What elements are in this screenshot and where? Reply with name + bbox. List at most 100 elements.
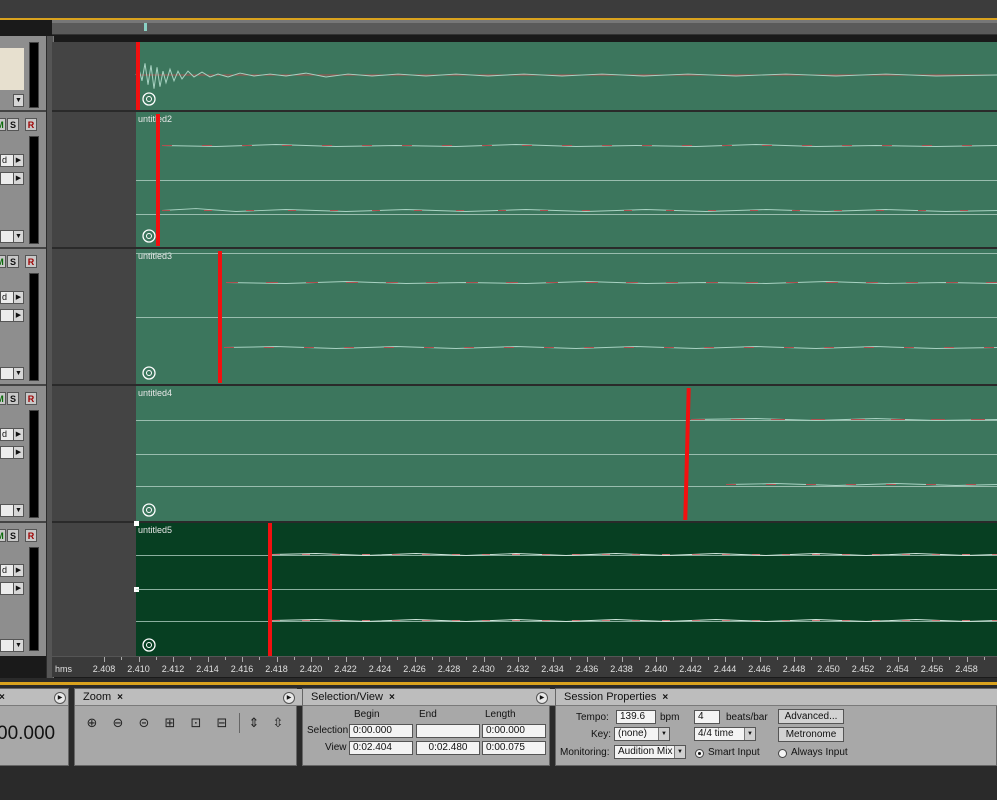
record-button[interactable]: R bbox=[25, 118, 37, 131]
zoom-out-full-icon[interactable]: ⊝ bbox=[133, 713, 155, 733]
ruler-minor-tick bbox=[673, 657, 675, 660]
time-ruler[interactable]: hms 2.408 2.410 2.412 2.414 2.416 2.418 2.420 2… bbox=[52, 656, 997, 677]
track-output-arrow[interactable]: ▼ bbox=[13, 94, 24, 107]
ruler-label: 2.424 bbox=[368, 664, 392, 674]
ruler-tick bbox=[725, 657, 726, 662]
time-display-panel: × ▶ 00.000 bbox=[0, 688, 69, 766]
ruler-label: 2.408 bbox=[92, 664, 116, 674]
audio-clip[interactable]: untitled4 bbox=[136, 386, 997, 521]
track-lane-4[interactable]: untitled4 bbox=[52, 386, 997, 523]
solo-button[interactable]: S bbox=[7, 255, 19, 268]
playhead-marker[interactable] bbox=[268, 523, 272, 656]
track-input-arrow[interactable]: ▶ bbox=[13, 291, 24, 304]
record-button[interactable]: R bbox=[25, 255, 37, 268]
track-mix-arrow[interactable]: ▼ bbox=[13, 367, 24, 380]
ruler-tick bbox=[863, 657, 864, 662]
ruler-minor-tick bbox=[914, 657, 916, 660]
zoom-panel-tab[interactable]: Zoom × bbox=[75, 689, 304, 706]
panel-menu-icon[interactable]: ▶ bbox=[283, 692, 295, 704]
solo-button[interactable]: S bbox=[7, 529, 19, 542]
waveform bbox=[271, 553, 997, 623]
ruler-label: 2.434 bbox=[541, 664, 564, 674]
audio-clip[interactable]: untitled2 bbox=[136, 112, 997, 247]
ruler-tick bbox=[311, 657, 312, 662]
record-button[interactable]: R bbox=[25, 392, 37, 405]
audio-clip[interactable]: untitled3 bbox=[136, 249, 997, 384]
time-signature-dropdown[interactable]: 4/4 time ▼ bbox=[694, 727, 756, 741]
overview-view-thumb[interactable] bbox=[144, 23, 147, 31]
track-output-arrow[interactable]: ▶ bbox=[13, 582, 24, 595]
track-input-arrow[interactable]: ▶ bbox=[13, 564, 24, 577]
view-end-field[interactable]: 0:02.480 bbox=[416, 741, 480, 755]
close-icon[interactable]: × bbox=[117, 692, 123, 703]
always-input-radio[interactable] bbox=[778, 749, 787, 758]
track-output-arrow[interactable]: ▶ bbox=[13, 446, 24, 459]
zoom-out-vertical-icon[interactable]: ⇳ bbox=[267, 713, 289, 733]
panel-menu-icon[interactable]: ▶ bbox=[536, 692, 548, 704]
track-lane-5[interactable]: untitled5 bbox=[52, 521, 997, 658]
track-lane-2[interactable]: untitled2 bbox=[52, 112, 997, 249]
solo-button[interactable]: S bbox=[7, 392, 19, 405]
record-button[interactable]: R bbox=[25, 529, 37, 542]
solo-button[interactable]: S bbox=[7, 118, 19, 131]
session-overview-bar[interactable] bbox=[52, 20, 997, 35]
selection-length-field[interactable]: 0:00.000 bbox=[482, 724, 546, 738]
mute-button[interactable]: M bbox=[0, 529, 6, 542]
selection-view-panel: Selection/View × ▶ Begin End Length Selec… bbox=[302, 688, 557, 766]
close-icon[interactable]: × bbox=[389, 692, 395, 703]
track-input-label: d bbox=[2, 292, 8, 302]
session-properties-tab[interactable]: Session Properties × bbox=[556, 689, 997, 706]
mute-button[interactable]: M bbox=[0, 118, 6, 131]
zoom-out-amplitude-icon[interactable]: ⊖ bbox=[107, 713, 129, 733]
track-output-arrow[interactable]: ▶ bbox=[13, 172, 24, 185]
view-begin-field[interactable]: 0:02.404 bbox=[349, 741, 413, 755]
beats-per-bar-field[interactable]: 4 bbox=[694, 710, 720, 724]
ruler-label: 2.450 bbox=[817, 664, 840, 674]
ruler-tick bbox=[380, 657, 381, 662]
selection-begin-field[interactable]: 0:00.000 bbox=[349, 724, 413, 738]
view-length-field[interactable]: 0:00.075 bbox=[482, 741, 546, 755]
zoom-in-vertical-icon[interactable]: ⇕ bbox=[243, 713, 265, 733]
panel-menu-icon[interactable]: ▶ bbox=[54, 692, 66, 704]
zoom-full-icon[interactable]: ⊟ bbox=[211, 713, 233, 733]
track-lane-1[interactable] bbox=[52, 42, 997, 112]
ruler-minor-tick bbox=[638, 657, 640, 660]
track-output-arrow[interactable]: ▶ bbox=[13, 309, 24, 322]
ruler-label: 2.446 bbox=[748, 664, 771, 674]
monitoring-value: Audition Mix bbox=[618, 746, 673, 757]
track-mix-arrow[interactable]: ▼ bbox=[13, 504, 24, 517]
loop-icon bbox=[142, 503, 156, 517]
key-label: Key: bbox=[591, 729, 612, 740]
time-signature-value: 4/4 time bbox=[698, 728, 734, 739]
loop-icon bbox=[142, 638, 156, 652]
audio-clip[interactable] bbox=[135, 42, 997, 110]
track-lane-3[interactable]: untitled3 bbox=[52, 249, 997, 386]
playhead-marker[interactable] bbox=[218, 251, 222, 383]
audio-clip-selected[interactable]: untitled5 bbox=[134, 521, 997, 656]
playhead-marker[interactable] bbox=[136, 42, 140, 110]
tempo-field[interactable]: 139.6 bbox=[616, 710, 656, 724]
zoom-in-icon[interactable]: ⊞ bbox=[159, 713, 181, 733]
close-icon[interactable]: × bbox=[662, 692, 668, 703]
track-mix-arrow[interactable]: ▼ bbox=[13, 230, 24, 243]
key-dropdown[interactable]: (none) ▼ bbox=[614, 727, 670, 741]
mute-button[interactable]: M bbox=[0, 255, 6, 268]
ruler-tick bbox=[483, 657, 485, 662]
metronome-button[interactable]: Metronome bbox=[778, 727, 844, 742]
track-mix-arrow[interactable]: ▼ bbox=[13, 639, 24, 652]
monitoring-dropdown[interactable]: Audition Mix ▼ bbox=[614, 745, 686, 759]
track-name-area[interactable] bbox=[0, 48, 24, 90]
ruler-minor-tick bbox=[155, 657, 157, 660]
zoom-in-amplitude-icon[interactable]: ⊕ bbox=[81, 713, 103, 733]
selection-view-tab[interactable]: Selection/View × bbox=[303, 689, 557, 706]
track-input-arrow[interactable]: ▶ bbox=[13, 154, 24, 167]
smart-input-radio[interactable] bbox=[695, 749, 704, 758]
selection-end-field[interactable] bbox=[416, 724, 480, 738]
zoom-to-selection-icon[interactable]: ⊡ bbox=[185, 713, 207, 733]
close-icon[interactable]: × bbox=[0, 692, 5, 703]
mute-button[interactable]: M bbox=[0, 392, 6, 405]
playhead-marker[interactable] bbox=[156, 114, 160, 246]
advanced-button[interactable]: Advanced... bbox=[778, 709, 844, 724]
track-input-arrow[interactable]: ▶ bbox=[13, 428, 24, 441]
overview-strip bbox=[52, 20, 997, 23]
